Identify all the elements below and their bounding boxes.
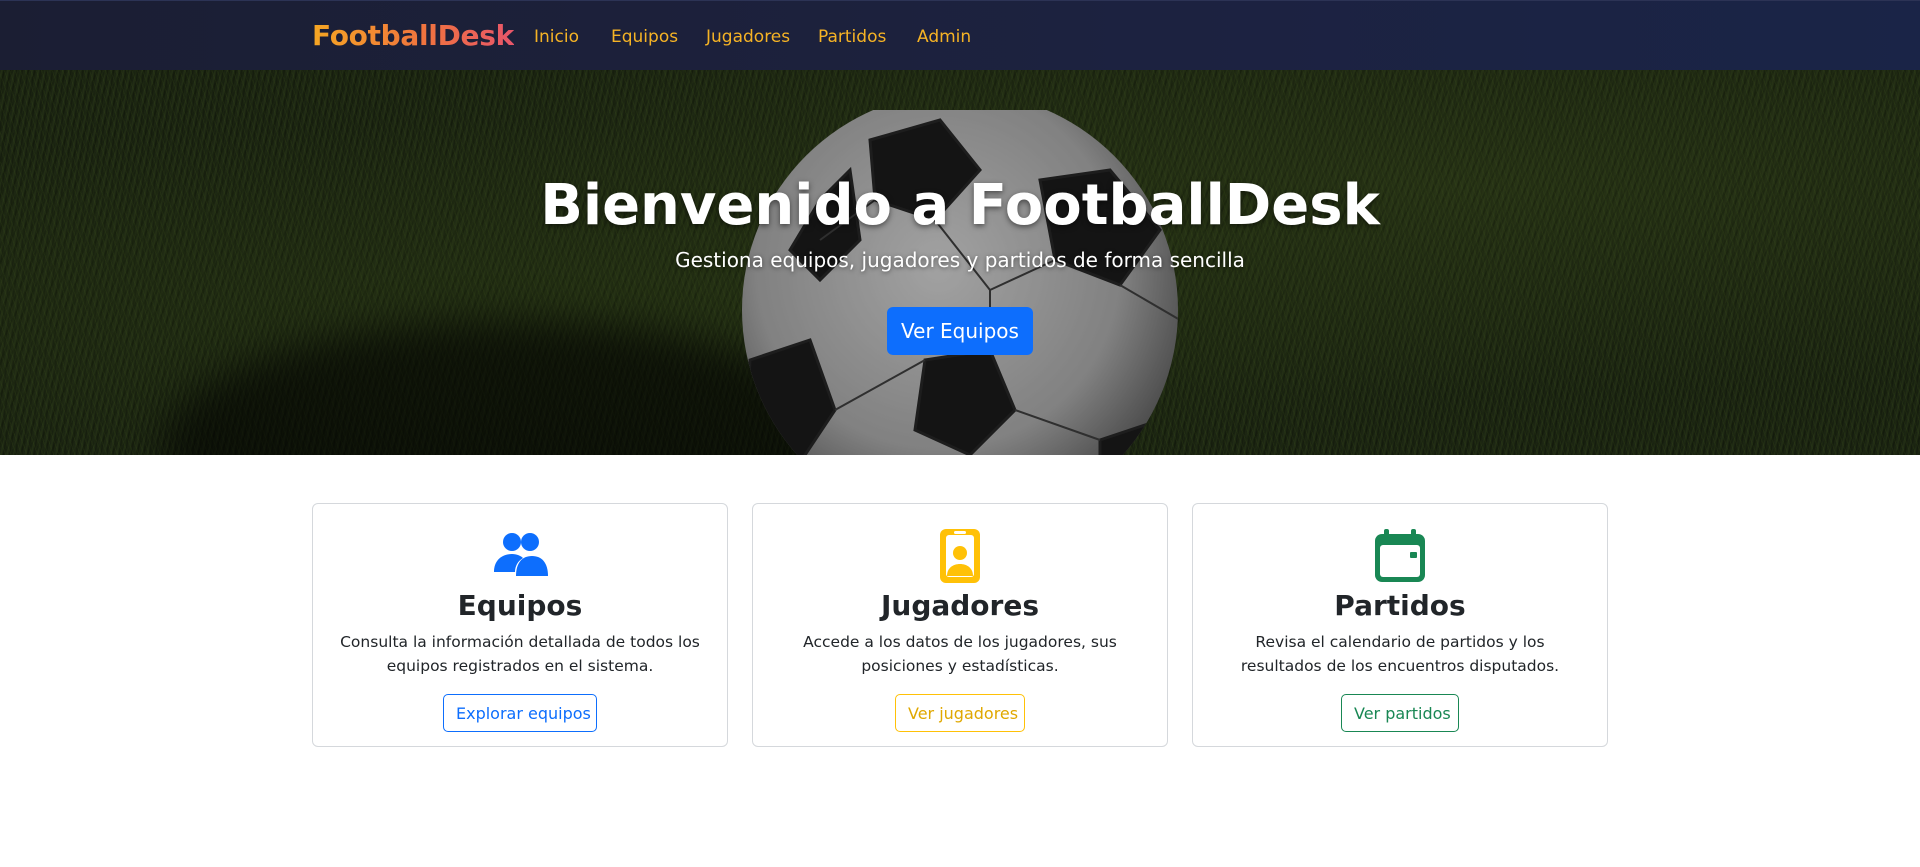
card-description: Consulta la información detallada de tod…	[340, 633, 700, 675]
card-description: Accede a los datos de los jugadores, sus…	[803, 633, 1117, 675]
people-icon	[492, 528, 548, 584]
navbar: FootballDesk Inicio Equipos Jugadores Pa…	[0, 0, 1920, 70]
nav-link-inicio[interactable]: Inicio	[534, 25, 579, 49]
nav-link-partidos[interactable]: Partidos	[818, 25, 886, 49]
view-teams-button[interactable]: Ver Equipos	[887, 307, 1033, 355]
hero-title: Bienvenido a FootballDesk	[540, 173, 1380, 238]
card-description: Revisa el calendario de partidos y los r…	[1240, 633, 1560, 675]
card-equipos: Equipos Consulta la información detallad…	[312, 503, 728, 747]
calendar-icon	[1372, 528, 1428, 584]
card-title: Partidos	[1334, 589, 1466, 622]
card-jugadores: Jugadores Accede a los datos de los juga…	[752, 503, 1168, 747]
card-title: Equipos	[457, 589, 583, 622]
view-matches-button[interactable]: Ver partidos	[1341, 694, 1459, 732]
explore-teams-button[interactable]: Explorar equipos	[443, 694, 597, 732]
view-players-button[interactable]: Ver jugadores	[895, 694, 1025, 732]
card-title: Jugadores	[880, 589, 1040, 622]
nav-link-jugadores[interactable]: Jugadores	[706, 25, 790, 49]
card-partidos: Partidos Revisa el calendario de partido…	[1192, 503, 1608, 747]
hero-banner: Bienvenido a FootballDesk Gestiona equip…	[0, 70, 1920, 455]
hero-subtitle: Gestiona equipos, jugadores y partidos d…	[675, 248, 1245, 272]
nav-link-admin[interactable]: Admin	[917, 25, 971, 49]
nav-link-equipos[interactable]: Equipos	[611, 25, 678, 49]
player-badge-icon	[932, 528, 988, 584]
brand-logo[interactable]: FootballDesk	[312, 19, 514, 53]
